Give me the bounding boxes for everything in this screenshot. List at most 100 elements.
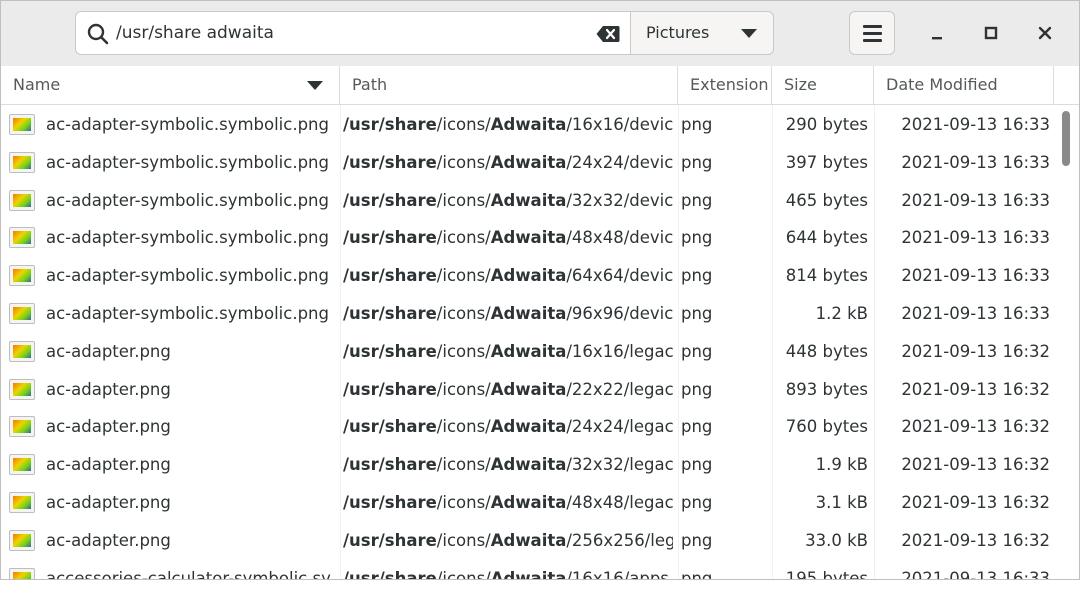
path-segment: /24x24/legacy <box>566 417 673 437</box>
search-input[interactable] <box>116 19 586 47</box>
column-header-name[interactable]: Name <box>1 66 340 104</box>
file-extension: png <box>681 493 713 512</box>
file-path: /usr/share/icons/Adwaita/16x16/devices <box>343 115 673 134</box>
file-size: 3.1 kB <box>815 493 868 512</box>
image-file-icon <box>9 151 35 173</box>
file-name: ac-adapter.png <box>46 379 171 399</box>
file-size: 814 bytes <box>785 266 868 286</box>
minimize-button[interactable] <box>923 19 951 47</box>
path-segment: /32x32/devices <box>566 190 673 210</box>
path-segment: /icons/ <box>436 304 491 323</box>
table-row[interactable]: ac-adapter-symbolic.symbolic.png/usr/sha… <box>1 294 1056 332</box>
path-segment: /96x96/devices <box>566 304 673 323</box>
search-window: Pictures Name Path <box>0 0 1080 580</box>
path-segment: /icons/ <box>436 455 491 475</box>
file-name: ac-adapter-symbolic.symbolic.png <box>46 266 329 286</box>
path-segment: /icons/ <box>436 190 491 210</box>
file-path: /usr/share/icons/Adwaita/32x32/legacy <box>343 455 673 474</box>
file-path: /usr/share/icons/Adwaita/64x64/devices <box>343 266 673 285</box>
table-row[interactable]: ac-adapter.png/usr/share/icons/Adwaita/2… <box>1 370 1056 408</box>
path-match-1: /usr/share <box>343 228 437 248</box>
table-row[interactable]: ac-adapter-symbolic.symbolic.png/usr/sha… <box>1 143 1056 181</box>
column-header-path[interactable]: Path <box>340 66 678 104</box>
date-modified: 2021-09-13 16:32 <box>901 341 1050 361</box>
image-file-icon <box>9 265 35 287</box>
table-row[interactable]: ac-adapter.png/usr/share/icons/Adwaita/4… <box>1 483 1056 521</box>
file-name: ac-adapter-symbolic.symbolic.png <box>46 152 329 172</box>
column-header-date[interactable]: Date Modified <box>874 66 1054 104</box>
path-segment: /32x32/legacy <box>566 455 673 475</box>
table-row[interactable]: ac-adapter-symbolic.symbolic.png/usr/sha… <box>1 218 1056 256</box>
file-extension: png <box>681 455 713 475</box>
file-extension: png <box>681 190 713 210</box>
maximize-button[interactable] <box>977 19 1005 47</box>
path-match-1: /usr/share <box>343 115 437 134</box>
file-path: /usr/share/icons/Adwaita/24x24/devices <box>343 153 673 172</box>
location-label: Pictures <box>646 23 710 42</box>
column-size-label: Size <box>784 75 817 94</box>
path-match-2: Adwaita <box>490 493 567 512</box>
path-match-1: /usr/share <box>343 190 437 210</box>
path-segment: /icons/ <box>436 568 491 580</box>
path-segment: /22x22/legacy <box>566 379 673 399</box>
file-extension: png <box>681 530 713 550</box>
table-row[interactable]: ac-adapter.png/usr/share/icons/Adwaita/2… <box>1 521 1056 559</box>
close-button[interactable] <box>1031 19 1059 47</box>
file-path: /usr/share/icons/Adwaita/16x16/apps <box>343 568 673 580</box>
table-row[interactable]: ac-adapter-symbolic.symbolic.png/usr/sha… <box>1 181 1056 219</box>
path-segment: /icons/ <box>436 493 491 512</box>
path-segment: /icons/ <box>436 228 491 248</box>
column-path-label: Path <box>352 75 388 94</box>
path-match-1: /usr/share <box>343 530 437 550</box>
table-row[interactable]: ac-adapter-symbolic.symbolic.png/usr/sha… <box>1 105 1056 143</box>
file-name: ac-adapter-symbolic.symbolic.png <box>46 115 329 134</box>
file-size: 760 bytes <box>785 417 868 437</box>
file-extension: png <box>681 379 713 399</box>
date-modified: 2021-09-13 16:33 <box>901 152 1050 172</box>
sort-descending-icon <box>307 81 323 90</box>
table-row[interactable]: ac-adapter.png/usr/share/icons/Adwaita/2… <box>1 407 1056 445</box>
file-size: 1.9 kB <box>815 455 868 475</box>
image-file-icon <box>9 529 35 551</box>
file-path: /usr/share/icons/Adwaita/48x48/legacy <box>343 493 673 512</box>
table-row[interactable]: ac-adapter.png/usr/share/icons/Adwaita/1… <box>1 332 1056 370</box>
file-path: /usr/share/icons/Adwaita/24x24/legacy <box>343 417 673 436</box>
image-file-icon <box>9 227 35 249</box>
path-match-1: /usr/share <box>343 266 437 286</box>
image-file-icon <box>9 189 35 211</box>
column-header: Name Path Extension Size Date Modified <box>1 66 1079 105</box>
location-dropdown[interactable]: Pictures <box>630 11 774 55</box>
search-icon <box>87 23 109 45</box>
date-modified: 2021-09-13 16:33 <box>901 115 1050 134</box>
menu-button[interactable] <box>849 11 895 55</box>
search-box[interactable] <box>75 11 631 55</box>
table-row[interactable]: ac-adapter-symbolic.symbolic.png/usr/sha… <box>1 256 1056 294</box>
date-modified: 2021-09-13 16:32 <box>901 455 1050 475</box>
file-size: 195 bytes <box>785 568 868 580</box>
column-date-label: Date Modified <box>886 75 998 94</box>
file-path: /usr/share/icons/Adwaita/96x96/devices <box>343 304 673 323</box>
column-header-size[interactable]: Size <box>772 66 874 104</box>
path-segment: /icons/ <box>436 115 491 134</box>
path-segment: /icons/ <box>436 379 491 399</box>
path-segment: /16x16/devices <box>566 115 673 134</box>
image-file-icon <box>9 378 35 400</box>
table-row[interactable]: ac-adapter.png/usr/share/icons/Adwaita/3… <box>1 445 1056 483</box>
clear-text-icon[interactable] <box>596 25 620 43</box>
file-size: 448 bytes <box>785 341 868 361</box>
path-segment: /16x16/legacy <box>566 341 673 361</box>
vertical-scrollbar[interactable] <box>1056 105 1079 579</box>
file-name: accessories-calculator-symbolic.sy <box>46 568 331 580</box>
path-match-2: Adwaita <box>490 190 567 210</box>
table-row[interactable]: accessories-calculator-symbolic.sy/usr/s… <box>1 559 1056 580</box>
file-name: ac-adapter.png <box>46 530 171 550</box>
path-segment: /48x48/devices <box>566 228 673 248</box>
results-list[interactable]: ac-adapter-symbolic.symbolic.png/usr/sha… <box>1 105 1056 580</box>
column-header-extension[interactable]: Extension <box>678 66 772 104</box>
path-match-1: /usr/share <box>343 341 437 361</box>
file-extension: png <box>681 152 713 172</box>
image-file-icon <box>9 303 35 324</box>
date-modified: 2021-09-13 16:32 <box>901 417 1050 437</box>
scrollbar-thumb[interactable] <box>1062 111 1070 166</box>
path-segment: /icons/ <box>436 266 491 286</box>
